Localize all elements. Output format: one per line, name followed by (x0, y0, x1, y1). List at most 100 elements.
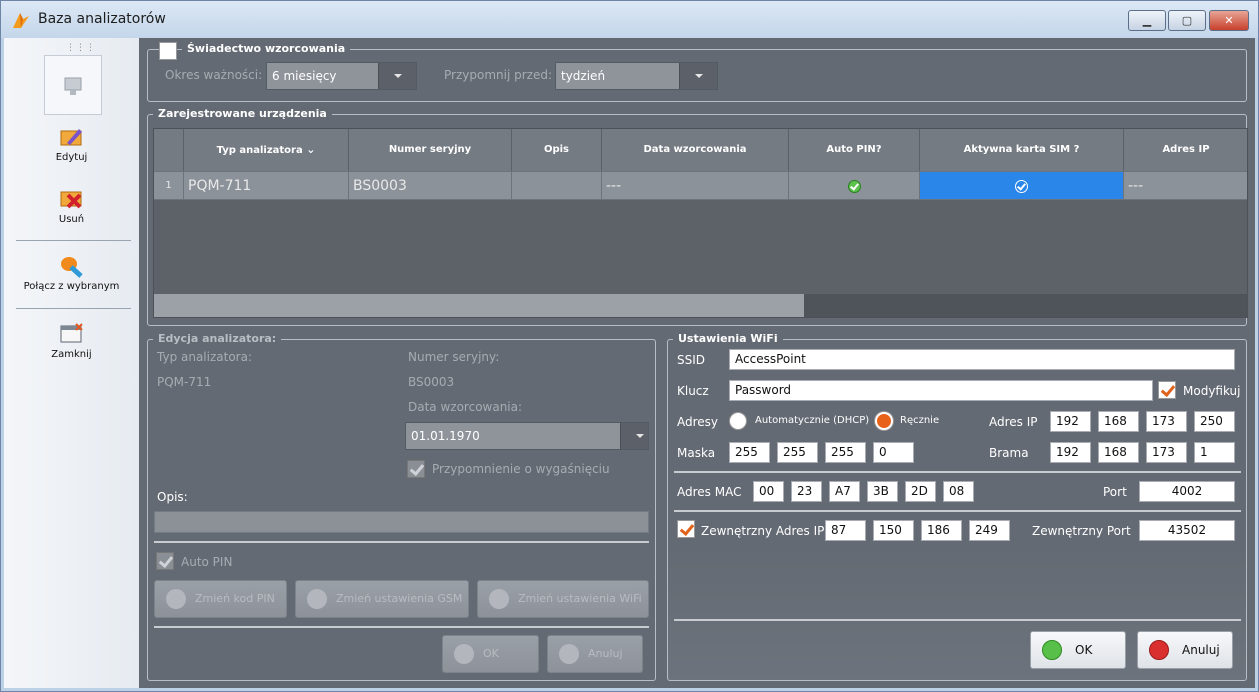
cell-auto-pin[interactable] (789, 171, 920, 200)
edit-button[interactable]: Edytuj (4, 125, 139, 163)
divider (154, 541, 649, 543)
chevron-down-icon[interactable] (620, 423, 648, 449)
edit-label: Edytuj (55, 152, 88, 163)
column-header[interactable]: Aktywna karta SIM ? (920, 129, 1124, 171)
mask-octet[interactable]: 255 (825, 442, 866, 463)
tools-icon (489, 589, 509, 609)
remind-select[interactable]: tydzień (555, 62, 718, 90)
column-header[interactable]: Data wzorcowania (602, 129, 789, 171)
ext-ip-octet[interactable]: 150 (873, 520, 914, 541)
cell-ip[interactable]: --- (1124, 171, 1247, 200)
cell-type[interactable]: PQM-711 (184, 171, 349, 200)
serial-label: Numer seryjny: (408, 350, 500, 364)
ip-octet[interactable]: 250 (1194, 411, 1235, 432)
mac-byte[interactable]: A7 (829, 481, 860, 502)
connect-label: Połącz z wybranym (23, 281, 120, 292)
gateway-octet[interactable]: 173 (1146, 442, 1187, 463)
ext-ip-octet[interactable]: 249 (969, 520, 1010, 541)
scrollbar-thumb[interactable] (154, 294, 804, 317)
calib-date-label: Data wzorcowania: (408, 400, 523, 414)
wifi-ok-button[interactable]: OK (1030, 631, 1126, 669)
modify-checkbox[interactable] (1158, 381, 1176, 399)
gateway-octet[interactable]: 192 (1050, 442, 1091, 463)
check-circle-icon (454, 644, 474, 664)
remind-label: Przypomnij przed: (444, 68, 552, 82)
calib-date-value: 01.01.1970 (411, 429, 480, 443)
close-panel-button[interactable]: Zamknij (4, 322, 139, 360)
mac-byte[interactable]: 00 (753, 481, 784, 502)
ip-octet[interactable]: 173 (1146, 411, 1187, 432)
wifi-cancel-button[interactable]: Anuluj (1137, 631, 1233, 669)
dhcp-radio[interactable] (729, 412, 747, 430)
delete-button[interactable]: Usuń (4, 187, 139, 225)
grip-icon[interactable]: ⋮⋮⋮ (66, 43, 96, 53)
main-window: Baza analizatorów ▁ ▢ ✕ ⋮⋮⋮ Edytuj Usuń … (0, 0, 1259, 692)
cell-desc[interactable] (512, 171, 602, 200)
gateway-label: Brama (989, 446, 1029, 460)
reminder-checkbox[interactable] (407, 460, 425, 478)
chevron-down-icon[interactable] (378, 63, 416, 89)
wifi-title: Ustawienia WiFi (673, 332, 783, 345)
reminder-label: Przypomnienie o wygaśnięciu (432, 462, 610, 476)
column-header[interactable]: Numer seryjny (349, 129, 512, 171)
close-window-button[interactable]: ✕ (1209, 10, 1249, 31)
type-label: Typ analizatora: (157, 350, 253, 364)
manual-radio[interactable] (875, 412, 893, 430)
edit-title: Edycja analizatora: (153, 332, 282, 345)
mac-byte[interactable]: 23 (791, 481, 822, 502)
cell-serial[interactable]: BS0003 (349, 171, 512, 200)
column-header[interactable]: Adres IP (1124, 129, 1247, 171)
ip-octet[interactable]: 192 (1050, 411, 1091, 432)
mac-byte[interactable]: 3B (867, 481, 898, 502)
horizontal-scrollbar[interactable] (154, 294, 1247, 317)
cancel-circle-icon (1149, 640, 1169, 660)
device-icon (64, 77, 82, 95)
edit-ok-button[interactable]: OK (442, 635, 539, 673)
change-pin-button[interactable]: Zmień kod PIN (154, 580, 287, 618)
key-input[interactable]: Password (729, 380, 1153, 401)
gateway-octet[interactable]: 168 (1098, 442, 1139, 463)
autopin-label: Auto PIN (181, 555, 233, 569)
external-port-input[interactable]: 43502 (1139, 520, 1235, 541)
calibration-checkbox[interactable] (159, 42, 177, 60)
column-header[interactable]: Auto PIN? (789, 129, 920, 171)
autopin-checkbox[interactable] (156, 552, 174, 570)
delete-label: Usuń (58, 214, 85, 225)
change-wifi-button[interactable]: Zmień ustawienia WiFi (477, 580, 649, 618)
ext-ip-octet[interactable]: 186 (921, 520, 962, 541)
mask-label: Maska (677, 446, 716, 460)
column-header[interactable]: Typ analizatora ⌄ (184, 129, 349, 171)
app-logo-icon (13, 13, 29, 28)
desc-label: Opis: (157, 490, 188, 504)
ip-octet[interactable]: 168 (1098, 411, 1139, 432)
sort-chevron-icon: ⌄ (306, 143, 316, 156)
mask-octet[interactable]: 0 (873, 442, 914, 463)
remind-value: tydzień (561, 69, 606, 83)
analyzer-tile[interactable] (44, 55, 102, 115)
ext-ip-octet[interactable]: 87 (825, 520, 866, 541)
row-index[interactable]: 1 (154, 171, 184, 200)
calib-date-picker[interactable]: 01.01.1970 (405, 422, 649, 450)
minimize-button[interactable]: ▁ (1128, 10, 1166, 31)
edit-cancel-button[interactable]: Anuluj (547, 635, 643, 673)
ssid-input[interactable]: AccessPoint (729, 349, 1235, 370)
chevron-down-icon[interactable] (679, 63, 717, 89)
connect-button[interactable]: Połącz z wybranym (4, 254, 139, 292)
mask-octet[interactable]: 255 (777, 442, 818, 463)
port-input[interactable]: 4002 (1139, 481, 1235, 502)
external-ip-checkbox[interactable] (677, 520, 695, 538)
mask-octet[interactable]: 255 (729, 442, 770, 463)
cell-sim-active[interactable] (920, 171, 1124, 200)
mac-byte[interactable]: 08 (943, 481, 974, 502)
validity-select[interactable]: 6 miesięcy (266, 62, 417, 90)
change-gsm-button[interactable]: Zmień ustawienia GSM (295, 580, 469, 618)
edit-group: Edycja analizatora: Typ analizatora: PQM… (147, 332, 656, 681)
column-header[interactable]: Opis (512, 129, 602, 171)
gateway-octet[interactable]: 1 (1194, 442, 1235, 463)
type-value: PQM-711 (157, 375, 212, 389)
cell-calib-date[interactable]: --- (602, 171, 789, 200)
dhcp-label: Automatycznie (DHCP) (755, 415, 870, 426)
maximize-button[interactable]: ▢ (1168, 10, 1206, 31)
mac-byte[interactable]: 2D (905, 481, 936, 502)
desc-input[interactable] (154, 511, 649, 533)
